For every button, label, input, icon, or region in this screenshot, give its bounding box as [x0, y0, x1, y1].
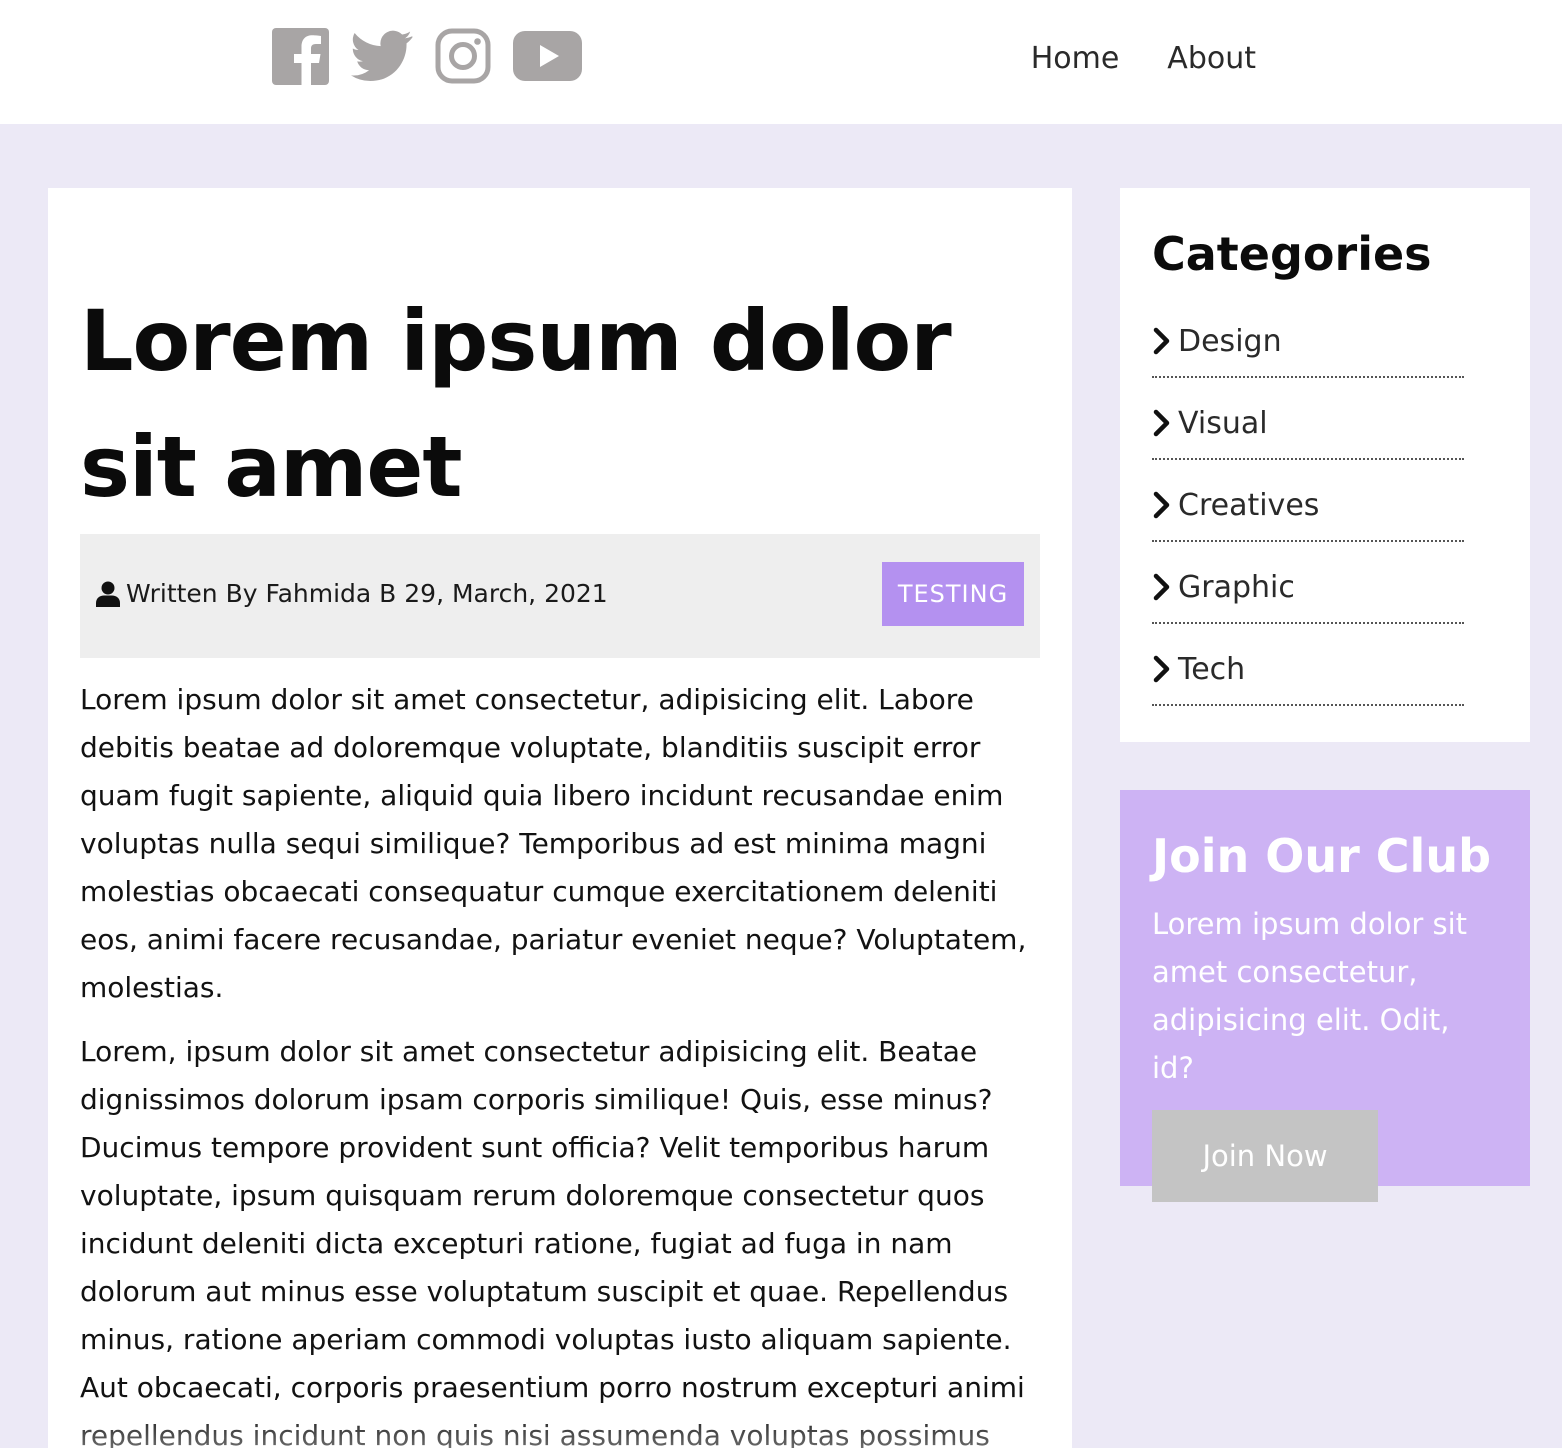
join-club-widget: Join Our Club Lorem ipsum dolor sit amet… — [1120, 790, 1530, 1202]
club-text: Lorem ipsum dolor sit amet consectetur, … — [1152, 907, 1468, 1085]
twitter-link[interactable] — [351, 30, 413, 82]
twitter-icon — [351, 30, 413, 82]
categories-widget: Categories Design Visual Creatives Graph… — [1120, 188, 1530, 742]
category-link-graphic[interactable]: Graphic — [1152, 570, 1295, 605]
facebook-icon — [272, 27, 329, 85]
categories-list: Design Visual Creatives Graphic Tech — [1152, 296, 1464, 706]
category-link-tech[interactable]: Tech — [1152, 652, 1245, 687]
site-header: Home About — [0, 0, 1562, 124]
category-label: Visual — [1178, 405, 1268, 441]
post-body: Lorem ipsum dolor sit amet consectetur, … — [80, 676, 1040, 1448]
category-link-design[interactable]: Design — [1152, 324, 1282, 359]
user-icon — [96, 581, 120, 607]
category-link-creatives[interactable]: Creatives — [1152, 488, 1319, 523]
instagram-icon — [435, 28, 491, 84]
category-label: Graphic — [1178, 569, 1295, 605]
youtube-link[interactable] — [513, 31, 582, 81]
paragraph: Lorem ipsum dolor sit amet consectetur, … — [80, 683, 1027, 1004]
facebook-link[interactable] — [272, 27, 329, 85]
paragraph: Lorem, ipsum dolor sit amet consectetur … — [80, 1035, 1025, 1448]
social-links — [272, 26, 604, 86]
nav-home-link[interactable]: Home — [1031, 38, 1120, 80]
category-item: Visual — [1152, 378, 1464, 460]
category-item: Tech — [1152, 624, 1464, 706]
chevron-right-icon — [1153, 409, 1170, 437]
category-item: Graphic — [1152, 542, 1464, 624]
category-tag[interactable]: TESTING — [882, 562, 1024, 626]
chevron-right-icon — [1153, 655, 1170, 683]
main-nav: Home About — [983, 38, 1256, 80]
chevron-right-icon — [1153, 491, 1170, 519]
nav-about-link[interactable]: About — [1167, 38, 1256, 80]
category-label: Tech — [1178, 651, 1246, 687]
category-item: Design — [1152, 296, 1464, 378]
instagram-link[interactable] — [435, 28, 491, 84]
author-text: Written By Fahmida B 29, March, 2021 — [126, 579, 608, 608]
category-item: Creatives — [1152, 460, 1464, 542]
post-meta: Written By Fahmida B 29, March, 2021 TES… — [80, 534, 1040, 658]
chevron-right-icon — [1153, 573, 1170, 601]
youtube-icon — [513, 31, 582, 81]
article-card: Lorem ipsum dolor sit amet Written By Fa… — [48, 188, 1072, 1448]
club-title: Join Our Club — [1152, 829, 1492, 883]
chevron-right-icon — [1153, 327, 1170, 355]
category-label: Design — [1178, 323, 1282, 359]
post-title: Lorem ipsum dolor sit amet — [80, 292, 952, 516]
category-label: Creatives — [1178, 487, 1320, 523]
author-line: Written By Fahmida B 29, March, 2021 — [96, 574, 608, 614]
categories-title: Categories — [1152, 227, 1432, 281]
join-now-button[interactable]: Join Now — [1152, 1110, 1378, 1202]
category-link-visual[interactable]: Visual — [1152, 406, 1268, 441]
